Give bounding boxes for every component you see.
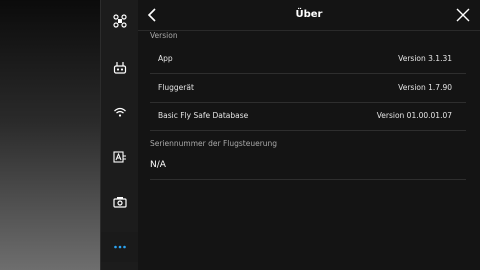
- page-title: Über: [295, 9, 323, 20]
- version-row-fly-safe-database: Basic Fly Safe Database Version 01.00.01…: [150, 102, 466, 131]
- version-row-app: App Version 3.1.31: [150, 45, 466, 74]
- serial-section-label: Seriennummer der Flugsteuerung: [150, 139, 278, 148]
- sidebar-item-video-transmission[interactable]: [101, 142, 138, 172]
- sidebar-item-more[interactable]: [101, 232, 138, 262]
- row-label: Basic Fly Safe Database: [158, 111, 249, 120]
- panel-header: Über: [138, 0, 480, 31]
- row-label: Fluggerät: [158, 83, 194, 92]
- row-value: Version 1.7.90: [398, 83, 452, 92]
- row-value: Version 3.1.31: [398, 54, 452, 63]
- about-panel: Über Version App Version 3.1.31 Fluggerä…: [138, 0, 480, 270]
- video-transmission-icon: [112, 151, 126, 163]
- sidebar-item-wifi[interactable]: [101, 97, 138, 127]
- sidebar-item-remote-controller[interactable]: [101, 53, 138, 83]
- aircraft-icon: [112, 14, 127, 28]
- more-icon: [113, 245, 126, 249]
- close-icon[interactable]: [454, 6, 472, 24]
- serial-number-row: N/A: [150, 151, 466, 180]
- serial-number-value: N/A: [150, 160, 166, 170]
- settings-sidebar: [100, 0, 139, 270]
- remote-controller-icon: [113, 62, 126, 74]
- row-label: App: [158, 54, 173, 63]
- version-row-aircraft: Fluggerät Version 1.7.90: [150, 74, 466, 103]
- version-section-label: Version: [150, 31, 178, 40]
- row-value: Version 01.00.01.07: [376, 111, 452, 120]
- sidebar-item-camera[interactable]: [101, 187, 138, 217]
- camera-icon: [112, 197, 127, 208]
- background-view: [0, 0, 100, 270]
- sidebar-item-aircraft[interactable]: [101, 6, 138, 36]
- wifi-signal-icon: [113, 107, 126, 117]
